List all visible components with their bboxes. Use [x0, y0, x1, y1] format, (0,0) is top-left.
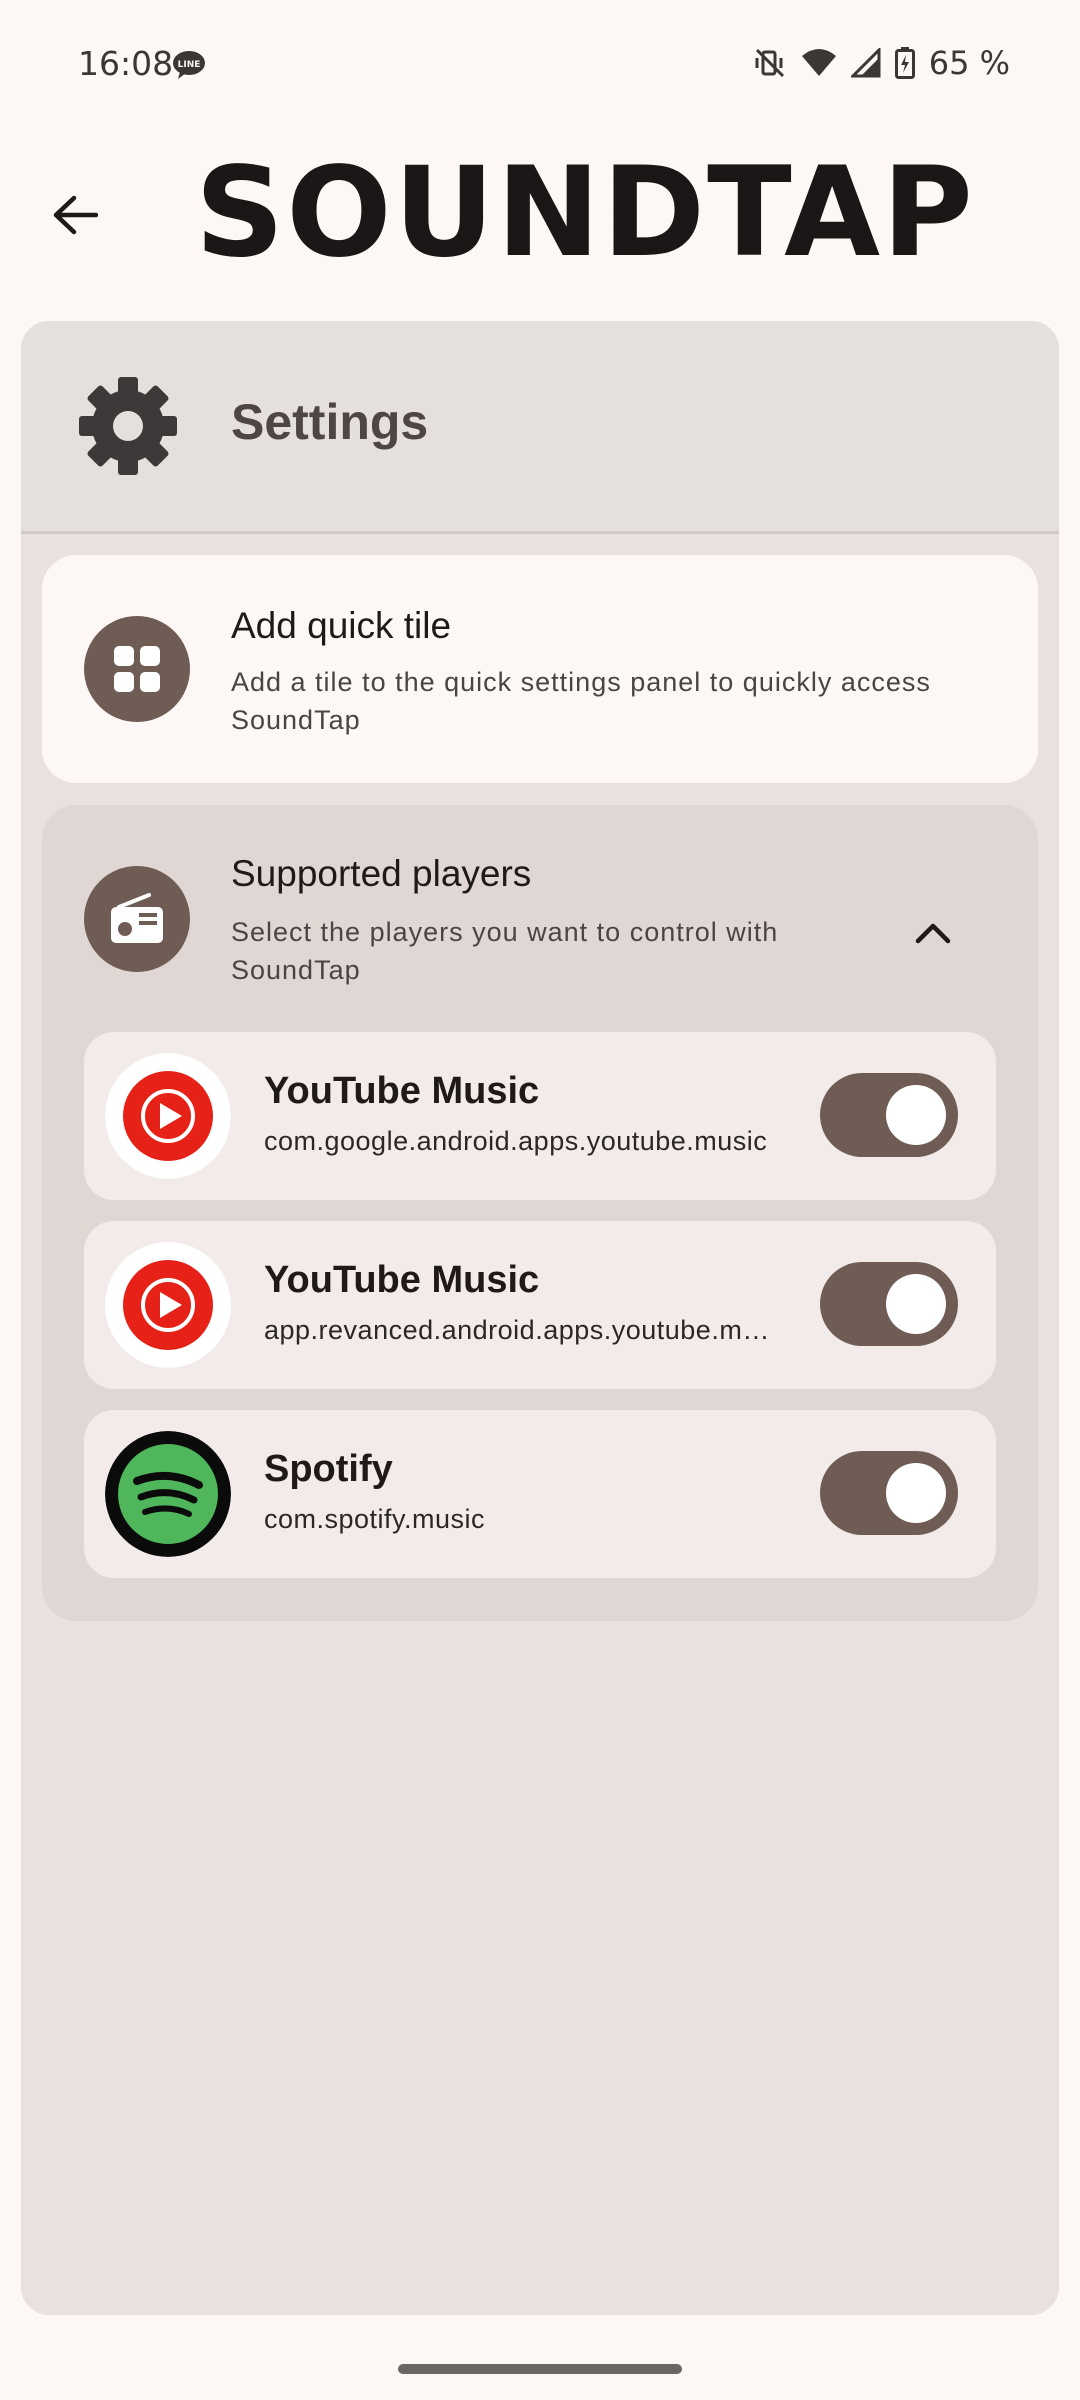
- player-toggle[interactable]: [820, 1451, 958, 1535]
- screen: 16:08 LINE 65 % SOUNDTAP Settings Add qu…: [0, 0, 1080, 2400]
- toggle-knob: [886, 1274, 946, 1334]
- battery-level: 65 %: [928, 44, 1010, 82]
- back-button[interactable]: [40, 180, 110, 250]
- add-quick-tile-card[interactable]: Add quick tile Add a tile to the quick s…: [42, 555, 1038, 783]
- player-toggle[interactable]: [820, 1073, 958, 1157]
- svg-text:LINE: LINE: [178, 60, 201, 70]
- grid-icon: [114, 646, 160, 692]
- arrow-back-icon: [53, 195, 98, 235]
- quick-tile-title: Add quick tile: [231, 605, 452, 646]
- supported-players-card: Supported players Select the players you…: [42, 805, 1038, 1621]
- status-time: 16:08: [78, 44, 174, 83]
- player-package: com.spotify.music: [264, 1504, 486, 1534]
- player-package: app.revanced.android.apps.youtube.music: [264, 1315, 774, 1345]
- player-name: Spotify: [264, 1448, 393, 1490]
- toggle-knob: [886, 1463, 946, 1523]
- settings-sheet: Settings Add quick tile Add a tile to th…: [21, 321, 1059, 2315]
- player-package: com.google.android.apps.youtube.music: [264, 1126, 768, 1156]
- youtube-music-icon: [105, 1242, 231, 1368]
- collapse-button[interactable]: [898, 898, 968, 968]
- settings-header: Settings: [21, 321, 1059, 534]
- status-icons: 65 %: [753, 44, 1010, 82]
- player-name: YouTube Music: [264, 1259, 540, 1301]
- line-notification-icon: LINE: [173, 51, 205, 79]
- vibrate-mute-icon: [755, 48, 784, 78]
- players-icon-badge: [84, 866, 190, 972]
- battery-charging-icon: [894, 47, 915, 79]
- status-bar: 16:08 LINE 65 %: [0, 0, 1080, 130]
- supported-players-description: Select the players you want to control w…: [231, 917, 779, 985]
- player-row-youtube-music[interactable]: YouTube Music com.google.android.apps.yo…: [84, 1032, 996, 1200]
- cellular-signal-icon: [850, 48, 881, 78]
- spotify-icon: [105, 1431, 231, 1557]
- player-row-youtube-music-revanced[interactable]: YouTube Music app.revanced.android.apps.…: [84, 1221, 996, 1389]
- youtube-music-icon: [105, 1053, 231, 1179]
- gear-icon: [79, 377, 177, 475]
- chevron-up-icon: [915, 923, 951, 944]
- radio-icon: [111, 893, 163, 943]
- toggle-knob: [886, 1085, 946, 1145]
- player-toggle[interactable]: [820, 1262, 958, 1346]
- wifi-icon: [801, 49, 836, 76]
- quick-tile-description: Add a tile to the quick settings panel t…: [231, 667, 931, 735]
- quick-tile-icon-badge: [84, 616, 190, 722]
- supported-players-title: Supported players: [231, 853, 532, 894]
- home-indicator[interactable]: [398, 2364, 682, 2374]
- player-row-spotify[interactable]: Spotify com.spotify.music: [84, 1410, 996, 1578]
- page-title: Settings: [231, 394, 429, 450]
- player-name: YouTube Music: [264, 1070, 540, 1112]
- brand-logo: SOUNDTAP: [195, 141, 975, 285]
